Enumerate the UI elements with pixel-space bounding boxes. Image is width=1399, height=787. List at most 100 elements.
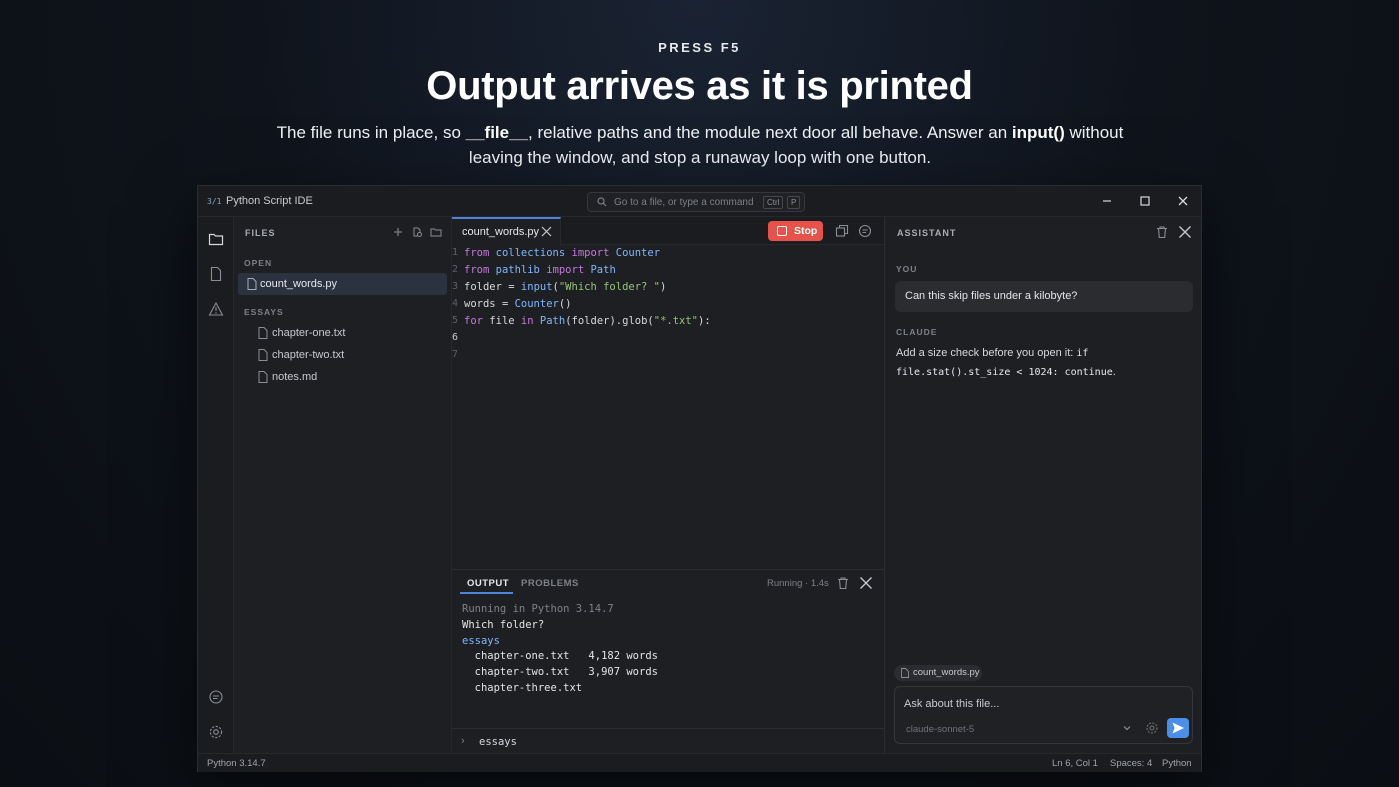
file-item[interactable]: chapter-two.txt [234,344,452,366]
code-editor: count_words.py Stop 1 2 3 4 5 6 7 from c… [452,217,884,569]
close-panel-icon[interactable] [859,576,873,590]
assistant-reply: Add a size check before you open it: if … [896,344,1191,382]
send-icon [1172,722,1184,734]
reply-code: file.stat().st_size < 1024: continue [896,367,1113,378]
maximize-icon[interactable] [1138,194,1152,208]
send-button[interactable] [1167,718,1189,738]
lede-file-token: __file__ [465,123,529,142]
output-line: chapter-three.txt [462,682,583,694]
command-palette[interactable]: Go to a file, or type a command Ctrl P [587,192,805,212]
file-label: notes.md [272,371,318,383]
close-window-icon[interactable] [1176,194,1190,208]
editor-tab[interactable]: count_words.py [452,217,561,245]
open-file-label: count_words.py [260,278,338,290]
editor-tab-label: count_words.py [462,226,540,238]
status-bar: Python 3.14.7 Ln 6, Col 1 Spaces: 4 Pyth… [198,753,1201,772]
explorer-heading: FILES [245,228,276,238]
status-indent[interactable]: Spaces: 4 [1110,758,1152,769]
user-role-label: YOU [896,264,918,274]
refresh-icon[interactable] [411,226,423,238]
editor-tab-bar: count_words.py Stop [452,217,884,245]
lede-part-2: , relative paths and the module next doo… [528,123,1012,142]
stop-button[interactable]: Stop [768,221,823,241]
command-placeholder: Go to a file, or type a command [614,197,754,208]
chat-composer: claude-sonnet-5 [894,686,1193,744]
close-icon[interactable] [1178,225,1192,239]
attachment-chip[interactable]: count_words.py [894,665,982,681]
output-line: chapter-one.txt 4,182 words [462,650,658,662]
current-line-number: 6 [452,332,459,343]
stdin-input[interactable]: › essays [452,728,884,754]
lede: The file runs in place, so __file__, rel… [270,120,1130,170]
line-number: 7 [452,349,459,360]
file-label: chapter-two.txt [272,349,345,361]
chat-icon[interactable] [208,689,224,705]
output-panel: OUTPUT PROBLEMS Running · 1.4s Running i… [452,569,884,753]
output-line: Running in Python 3.14.7 [462,603,614,615]
lede-part-1: The file runs in place, so [276,123,466,142]
code-line: from collections import Counter [464,247,661,259]
assistant-role-label: CLAUDE [896,327,938,337]
file-item[interactable]: notes.md [234,366,452,388]
prompt-chevron-icon: › [461,735,465,747]
chevron-down-icon[interactable] [1122,723,1132,733]
trash-icon[interactable] [836,576,850,590]
headline: Output arrives as it is printed [426,64,973,108]
eyebrow: PRESS F5 [658,40,741,55]
stop-label: Stop [794,225,818,237]
minimize-icon[interactable] [1100,194,1114,208]
output-line: chapter-two.txt 3,907 words [462,666,658,678]
line-number: 1 [452,247,459,258]
open-file-item[interactable]: count_words.py [238,273,447,295]
user-message-text: Can this skip files under a kilobyte? [905,290,1078,302]
shortcut-ctrl: Ctrl [763,196,784,209]
ide-window: 3/1 Python Script IDE Go to a file, or t… [197,185,1202,772]
attachment-label: count_words.py [913,667,980,678]
status-cursor[interactable]: Ln 6, Col 1 [1052,758,1098,769]
warning-icon[interactable] [208,301,224,317]
folder-icon[interactable] [208,231,224,247]
assistant-heading: ASSISTANT [897,228,957,238]
code-line: for file in Path(folder).glob("*.txt"): [464,315,711,327]
line-number: 5 [452,315,459,326]
status-language[interactable]: Python [1162,758,1192,769]
title-bar: 3/1 Python Script IDE Go to a file, or t… [198,186,1201,217]
new-file-icon[interactable] [392,226,404,238]
gear-icon[interactable] [1145,721,1159,735]
reply-end: . [1112,366,1116,378]
activity-rail [198,217,234,753]
code-line: words = Counter() [464,298,572,310]
ask-assistant-icon[interactable] [858,224,872,238]
status-runtime[interactable]: Python 3.14.7 [207,758,266,769]
file-explorer: FILES OPEN count_words.py ESSAYS chapter… [234,217,452,753]
output-line-echo: essays [462,635,500,647]
trash-icon[interactable] [1155,225,1169,239]
file-icon [258,327,268,339]
line-number: 4 [452,298,459,309]
stop-icon [777,226,787,236]
tab-problems[interactable]: PROBLEMS [521,578,579,589]
stdin-value: essays [479,736,517,748]
file-label: chapter-one.txt [272,327,346,339]
search-icon [597,197,607,207]
reply-code: if [1076,348,1089,359]
assistant-panel: ASSISTANT YOU Can this skip files under … [884,217,1201,753]
open-section-label: OPEN [244,258,273,268]
close-tab-icon[interactable] [541,226,552,237]
split-editor-icon[interactable] [835,224,849,238]
app-logo-icon: 3/1 [207,197,222,206]
model-selector[interactable]: claude-sonnet-5 [906,724,974,735]
gear-icon[interactable] [208,724,224,740]
shortcut-p: P [787,196,801,209]
tab-output[interactable]: OUTPUT [467,578,509,589]
line-number: 2 [452,264,459,275]
app-title: Python Script IDE [226,195,313,207]
user-message: Can this skip files under a kilobyte? [895,281,1193,312]
run-status: Running · 1.4s [767,578,829,589]
chat-input[interactable] [904,696,1174,712]
file-icon [258,349,268,361]
file-icon[interactable] [208,266,224,282]
open-folder-icon[interactable] [430,226,442,238]
file-item[interactable]: chapter-one.txt [234,322,452,344]
file-icon [247,278,257,290]
